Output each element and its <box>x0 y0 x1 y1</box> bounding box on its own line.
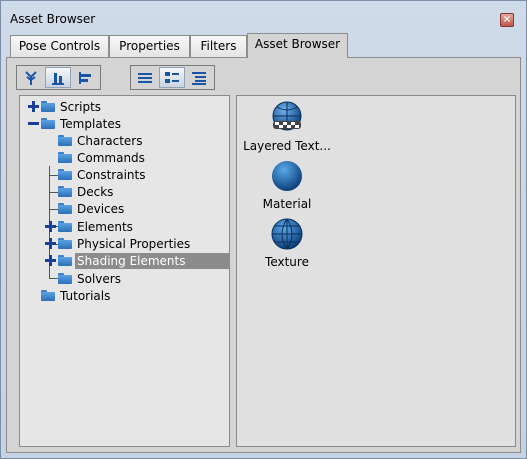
folder-icon <box>41 101 55 112</box>
collapse-icon[interactable] <box>28 118 39 129</box>
folder-icon <box>58 186 72 197</box>
tree-item-tutorials[interactable]: Tutorials <box>41 287 112 304</box>
tree-item-physical-properties[interactable]: Physical Properties <box>45 235 192 252</box>
close-button[interactable]: × <box>500 13 514 27</box>
expand-icon[interactable] <box>45 255 56 266</box>
left-align-icon <box>79 71 91 84</box>
detail-view-button[interactable] <box>186 67 212 88</box>
asset-layered-texture[interactable]: Layered Text... <box>239 100 335 153</box>
folder-icon <box>58 203 72 214</box>
left-align-button[interactable] <box>72 67 98 88</box>
tree-view-button[interactable] <box>18 67 44 88</box>
texture-sphere-icon <box>271 218 303 250</box>
folder-icon <box>58 273 72 284</box>
window-title: Asset Browser <box>10 12 96 26</box>
expand-icon[interactable] <box>45 238 56 249</box>
asset-browser-window: Asset Browser × Pose Controls Properties… <box>0 0 527 459</box>
expand-icon[interactable] <box>28 101 39 112</box>
folder-tree[interactable]: Scripts Templates Characters Commands Co… <box>19 95 230 447</box>
material-sphere-icon <box>272 161 302 191</box>
tree-item-decks[interactable]: Decks <box>58 183 115 200</box>
title-bar[interactable]: Asset Browser × <box>1 1 526 31</box>
asset-texture[interactable]: Texture <box>239 216 335 269</box>
asset-grid: Layered Text... Material Texture <box>236 95 516 447</box>
folder-icon <box>58 152 72 163</box>
folder-icon <box>58 255 72 266</box>
bottom-align-button[interactable] <box>45 67 71 88</box>
tree-item-scripts[interactable]: Scripts <box>28 98 103 115</box>
tab-filters[interactable]: Filters <box>190 35 247 57</box>
view-toolbar-group-2 <box>130 65 215 90</box>
thumbnail-view-button[interactable] <box>159 67 185 88</box>
detail-list-icon <box>192 71 206 85</box>
folder-icon <box>58 169 72 180</box>
folder-icon <box>41 290 55 301</box>
view-toolbar-group-1 <box>16 65 101 90</box>
expand-icon[interactable] <box>45 221 56 232</box>
tab-asset-browser[interactable]: Asset Browser <box>247 33 348 58</box>
folder-icon <box>58 135 72 146</box>
bottom-align-icon <box>52 72 64 85</box>
list-icon <box>138 72 152 83</box>
layered-texture-icon <box>272 101 302 131</box>
asset-browser-panel: Scripts Templates Characters Commands Co… <box>6 57 521 453</box>
tree-item-templates[interactable]: Templates <box>28 115 123 132</box>
folder-icon <box>41 118 55 129</box>
tree-icon <box>25 70 37 85</box>
folder-icon <box>58 221 72 232</box>
tree-item-characters[interactable]: Characters <box>58 132 145 149</box>
tree-item-solvers[interactable]: Solvers <box>58 270 123 287</box>
asset-material[interactable]: Material <box>239 158 335 211</box>
folder-icon <box>58 238 72 249</box>
tree-item-commands[interactable]: Commands <box>58 149 147 166</box>
tree-item-shading-elements[interactable]: Shading Elements <box>45 252 230 269</box>
list-view-button[interactable] <box>132 67 158 88</box>
tree-item-devices[interactable]: Devices <box>58 200 126 217</box>
thumbnail-list-icon <box>165 71 179 83</box>
tree-item-elements[interactable]: Elements <box>45 218 135 235</box>
tree-item-constraints[interactable]: Constraints <box>58 166 147 183</box>
tab-properties[interactable]: Properties <box>109 35 190 57</box>
tab-pose-controls[interactable]: Pose Controls <box>10 35 109 57</box>
